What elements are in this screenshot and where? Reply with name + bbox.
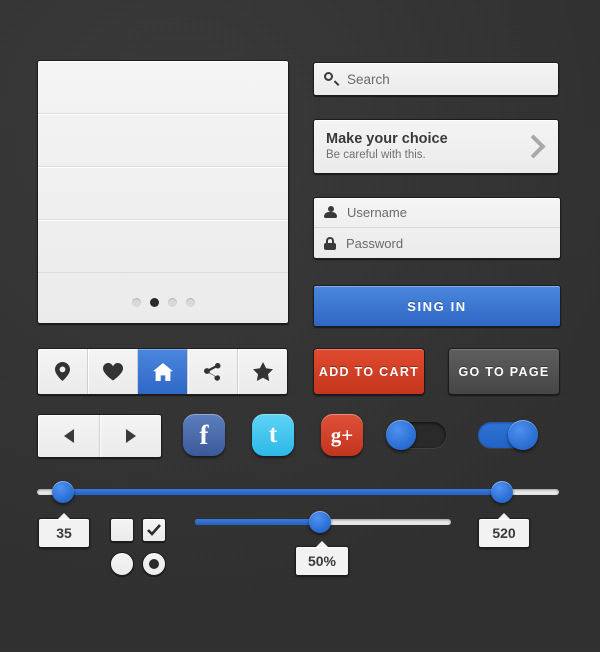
choice-card-title: Make your choice	[326, 130, 448, 147]
radio-unselected[interactable]	[110, 552, 134, 576]
google-plus-button[interactable]: g+	[321, 414, 363, 456]
pagination-dot-active[interactable]	[149, 297, 159, 307]
radio-dot	[149, 559, 159, 569]
username-field[interactable]: Username	[314, 198, 560, 228]
check-icon	[147, 524, 161, 536]
list-panel	[37, 60, 289, 324]
slider-value-min: 35	[38, 513, 90, 548]
progress-slider[interactable]	[195, 511, 451, 533]
toolbar-item-star[interactable]	[238, 349, 287, 394]
slider-value: 50%	[295, 541, 349, 576]
heart-icon	[102, 362, 123, 381]
username-placeholder: Username	[347, 205, 407, 220]
search-input[interactable]: Search	[313, 62, 559, 96]
login-form: Username Password	[313, 197, 561, 259]
toggle-switch-on[interactable]	[478, 420, 538, 450]
toolbar-item-share[interactable]	[188, 349, 238, 394]
toolbar-item-favorite[interactable]	[88, 349, 138, 394]
user-icon	[324, 206, 337, 219]
radio-selected[interactable]	[142, 552, 166, 576]
twitter-button[interactable]: t	[252, 414, 294, 456]
checkbox-checked[interactable]	[142, 518, 166, 542]
go-to-page-button[interactable]: GO TO PAGE	[448, 348, 560, 395]
lock-icon	[324, 236, 336, 250]
slider-fill	[195, 519, 321, 525]
share-icon	[203, 362, 222, 381]
toggle-knob[interactable]	[508, 420, 538, 450]
ui-kit-canvas: Search Make your choice Be careful with …	[0, 0, 600, 652]
icon-toolbar	[37, 348, 288, 395]
add-to-cart-button[interactable]: ADD TO CART	[313, 348, 425, 395]
list-item[interactable]	[38, 114, 288, 167]
arrow-right-icon	[125, 429, 136, 443]
password-field[interactable]: Password	[314, 228, 560, 258]
facebook-button[interactable]: f	[183, 414, 225, 456]
slider-value-max: 520	[478, 513, 530, 548]
carousel-pagination	[38, 281, 288, 323]
list-item[interactable]	[38, 61, 288, 114]
checkbox-unchecked[interactable]	[110, 518, 134, 542]
slider-handle-min[interactable]	[52, 481, 75, 503]
sign-in-button[interactable]: SING IN	[313, 285, 561, 327]
pagination-dot[interactable]	[131, 297, 141, 307]
pager-next-button[interactable]	[100, 415, 161, 457]
slider-fill	[63, 489, 502, 495]
choice-card-text: Make your choice Be careful with this.	[326, 130, 525, 164]
choice-card[interactable]: Make your choice Be careful with this.	[313, 119, 559, 174]
range-slider[interactable]	[37, 481, 559, 503]
chevron-right-icon	[521, 134, 546, 159]
twitter-icon: t	[268, 421, 278, 448]
list-item[interactable]	[38, 167, 288, 220]
facebook-icon: f	[199, 419, 209, 450]
pagination-dot[interactable]	[167, 297, 177, 307]
search-placeholder: Search	[347, 71, 390, 87]
arrow-left-icon	[63, 429, 74, 443]
list-item[interactable]	[38, 220, 288, 273]
google-plus-icon: g+	[330, 422, 354, 447]
pager-prev-button[interactable]	[38, 415, 100, 457]
toolbar-item-home[interactable]	[138, 349, 188, 394]
pager-control	[37, 414, 162, 458]
toolbar-item-location[interactable]	[38, 349, 88, 394]
search-icon	[324, 72, 340, 86]
pagination-dot[interactable]	[185, 297, 195, 307]
star-icon	[252, 362, 273, 381]
slider-handle-max[interactable]	[490, 481, 513, 503]
choice-card-subtitle: Be careful with this.	[326, 148, 426, 161]
toggle-knob[interactable]	[386, 420, 416, 450]
map-pin-icon	[55, 362, 70, 381]
slider-handle[interactable]	[309, 511, 332, 533]
home-icon	[152, 362, 173, 381]
toggle-switch-off[interactable]	[386, 420, 446, 450]
password-placeholder: Password	[346, 235, 404, 251]
